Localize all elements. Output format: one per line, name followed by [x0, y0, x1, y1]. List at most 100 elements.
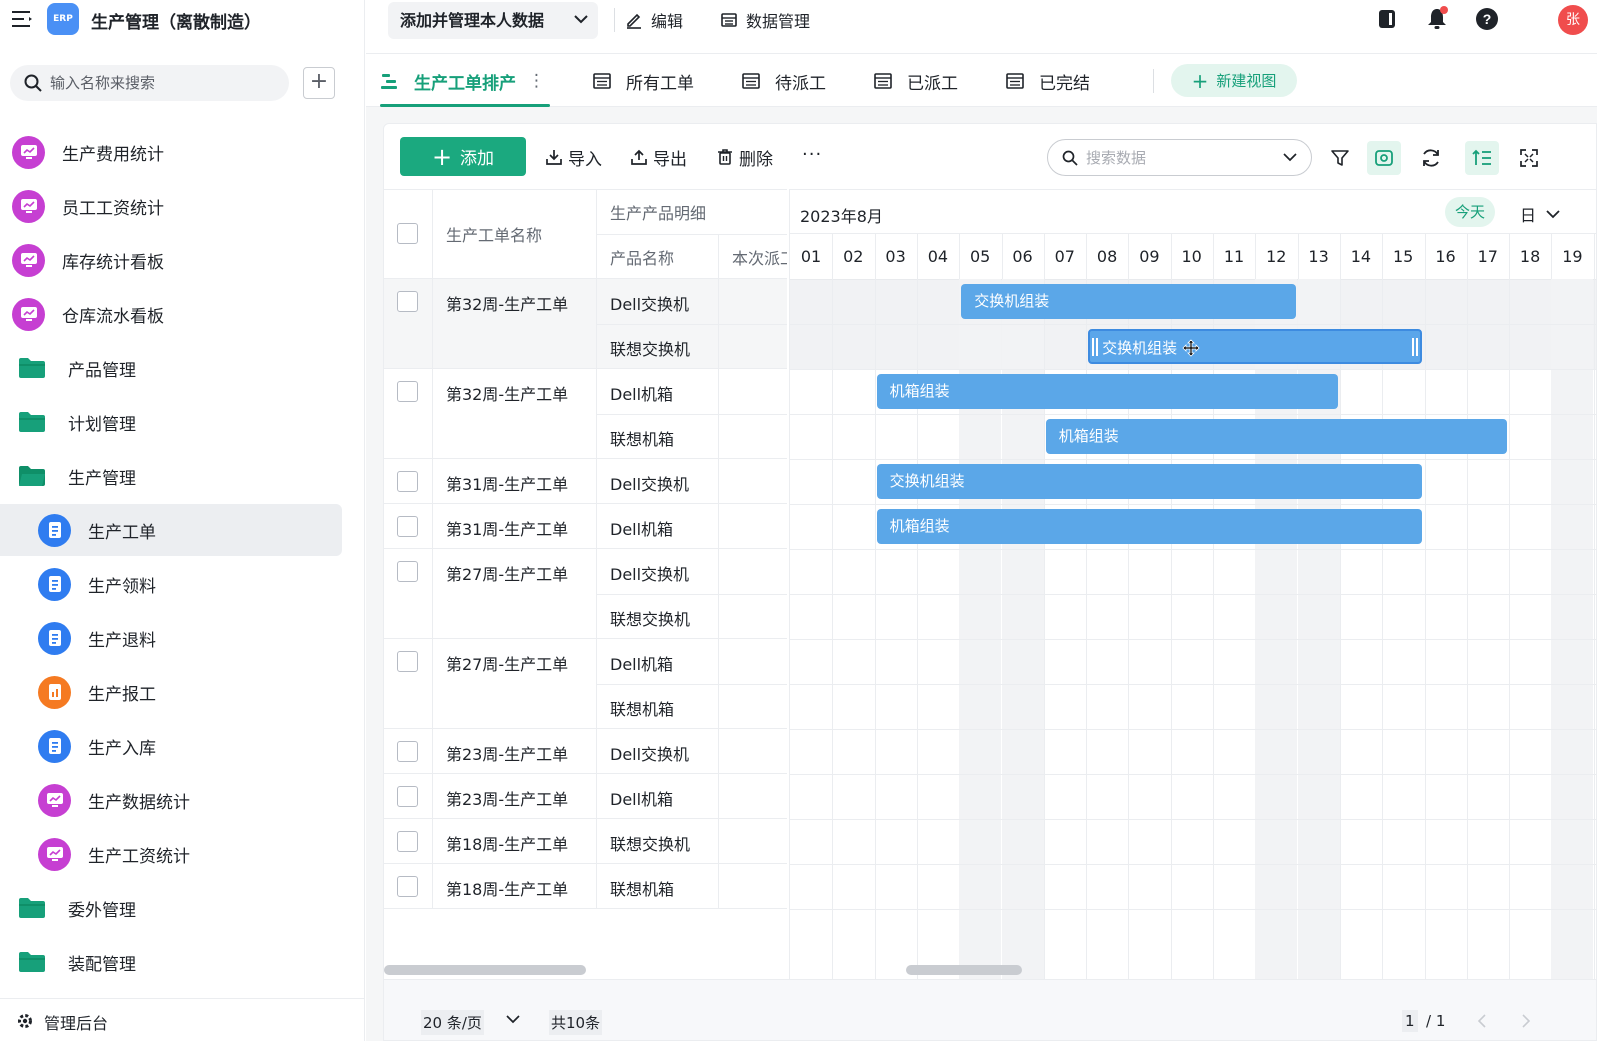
app-logo: ERP	[47, 3, 79, 35]
product-name-cell: Dell交换机	[610, 475, 690, 494]
sidebar-item[interactable]: 员工工资统计	[12, 180, 342, 232]
sidebar-item[interactable]: 生产退料	[38, 612, 342, 664]
import-button[interactable]: 导入	[545, 146, 602, 170]
row-checkbox[interactable]	[397, 471, 418, 492]
row-checkbox[interactable]	[397, 651, 418, 672]
data-search-input[interactable]	[1086, 140, 1276, 175]
bell-icon[interactable]	[1424, 6, 1450, 32]
tab-all-orders[interactable]: 所有工单	[592, 55, 694, 107]
filter-button[interactable]	[1323, 141, 1357, 175]
data-scope-select[interactable]: 添加并管理本人数据	[388, 2, 598, 39]
form-icon	[38, 513, 71, 547]
row-checkbox[interactable]	[397, 516, 418, 537]
sidebar-item[interactable]: 装配管理	[12, 936, 342, 988]
table-row[interactable]	[384, 459, 787, 504]
gantt-scrollbar[interactable]	[906, 965, 1022, 975]
row-checkbox[interactable]	[397, 741, 418, 762]
time-unit-select[interactable]: 日	[1520, 202, 1560, 226]
column-header-product[interactable]: 产品名称	[610, 234, 674, 279]
edit-button[interactable]: 编辑	[625, 8, 683, 32]
sidebar-item[interactable]: 生产数据统计	[38, 774, 342, 826]
sidebar-item[interactable]: 生产工单	[0, 504, 342, 556]
row-checkbox[interactable]	[397, 831, 418, 852]
today-button[interactable]: 今天	[1445, 197, 1495, 227]
column-header-name[interactable]: 生产工单名称	[446, 189, 542, 279]
task-bar[interactable]: 机箱组装	[1045, 419, 1508, 454]
data-manage-button[interactable]: 数据管理	[720, 8, 810, 32]
user-avatar[interactable]: 张	[1558, 5, 1588, 35]
sidebar-item[interactable]: 库存统计看板	[12, 234, 342, 286]
chevron-left-icon[interactable]	[1477, 1013, 1487, 1029]
form-icon	[38, 729, 71, 763]
menu-icon[interactable]	[12, 10, 32, 28]
row-checkbox[interactable]	[397, 786, 418, 807]
task-bar[interactable]: 机箱组装	[876, 509, 1423, 544]
tab-scheduling[interactable]: 生产工单排产 ⋮	[380, 55, 550, 107]
row-checkbox[interactable]	[397, 876, 418, 897]
sidebar-search-input[interactable]	[50, 65, 280, 101]
sidebar-item[interactable]: 委外管理	[12, 882, 342, 934]
table-row[interactable]	[384, 864, 787, 909]
svg-text:?: ?	[1483, 11, 1492, 27]
task-bar[interactable]: 交换机组装	[876, 464, 1423, 499]
table-row[interactable]	[384, 729, 787, 774]
row-checkbox[interactable]	[397, 291, 418, 312]
tab-completed[interactable]: 已完结	[1005, 55, 1090, 107]
resize-handle-left[interactable]	[1092, 338, 1099, 356]
add-button[interactable]: + 添加	[400, 137, 526, 176]
help-icon[interactable]: ?	[1474, 6, 1500, 32]
more-actions-button[interactable]: ···	[802, 144, 822, 165]
table-row[interactable]	[384, 504, 787, 549]
table-row[interactable]	[384, 774, 787, 819]
tab-pending-dispatch[interactable]: 待派工	[741, 55, 826, 107]
sidebar-item[interactable]: 生产领料	[38, 558, 342, 610]
tab-dispatched[interactable]: 已派工	[873, 55, 958, 107]
sidebar-item[interactable]: 仓库流水看板	[12, 288, 342, 340]
filter-icon	[1331, 150, 1349, 166]
task-bar[interactable]: 交换机组装	[961, 284, 1296, 319]
table-row[interactable]	[384, 819, 787, 864]
sidebar-item[interactable]: 生产入库	[38, 720, 342, 772]
sidebar-item[interactable]: 产品管理	[12, 342, 342, 394]
sidebar-item-label: 生产数据统计	[88, 792, 190, 813]
select-all-checkbox[interactable]	[397, 223, 418, 244]
refresh-button[interactable]	[1414, 141, 1448, 175]
task-bar[interactable]: 机箱组装	[876, 374, 1338, 409]
order-table: 生产工单名称 生产产品明细 产品名称 本次派工 第32周-生产工单 Dell交换机…	[384, 189, 787, 979]
chevron-down-icon[interactable]	[1283, 153, 1297, 162]
export-button[interactable]: 导出	[630, 146, 687, 170]
more-vertical-icon[interactable]: ⋮	[528, 71, 545, 91]
admin-backend-label: 管理后台	[44, 1014, 109, 1033]
chevron-right-icon[interactable]	[1521, 1013, 1531, 1029]
admin-backend-link[interactable]: 管理后台	[0, 998, 365, 1041]
task-bar-label: 机箱组装	[889, 517, 950, 535]
current-page[interactable]: 1	[1402, 1010, 1418, 1032]
column-header-dispatch[interactable]: 本次派工	[732, 234, 787, 279]
divider	[790, 729, 1596, 730]
sort-button[interactable]	[1465, 141, 1499, 175]
row-checkbox[interactable]	[397, 561, 418, 582]
table-scrollbar[interactable]	[384, 965, 586, 975]
row-checkbox[interactable]	[397, 381, 418, 402]
divider	[1509, 234, 1511, 979]
sidebar-item[interactable]: 生产管理	[12, 450, 342, 502]
search-icon	[24, 74, 42, 92]
tab-label: 已派工	[907, 73, 958, 94]
sidebar-header: ERP 生产管理（离散制造）	[0, 0, 365, 40]
fullscreen-button[interactable]	[1512, 141, 1546, 175]
task-bar[interactable]: 交换机组装	[1088, 329, 1423, 364]
chevron-down-icon[interactable]	[506, 1015, 520, 1024]
sidebar-item[interactable]: 生产工资统计	[38, 828, 342, 880]
task-bar-label: 交换机组装	[974, 292, 1050, 310]
resize-handle-right[interactable]	[1412, 338, 1419, 356]
delete-button[interactable]: 删除	[716, 146, 773, 170]
add-item-button[interactable]: +	[303, 67, 335, 99]
book-icon[interactable]	[1374, 6, 1400, 32]
sidebar-item[interactable]: 计划管理	[12, 396, 342, 448]
sidebar-item[interactable]: 生产费用统计	[12, 126, 342, 178]
new-view-button[interactable]: + 新建视图	[1171, 64, 1297, 97]
folder-icon	[18, 411, 46, 433]
sidebar-item[interactable]: 生产报工	[38, 666, 342, 718]
color-rule-button[interactable]	[1367, 141, 1401, 175]
page-size-select[interactable]: 20 条/页	[421, 1010, 484, 1035]
